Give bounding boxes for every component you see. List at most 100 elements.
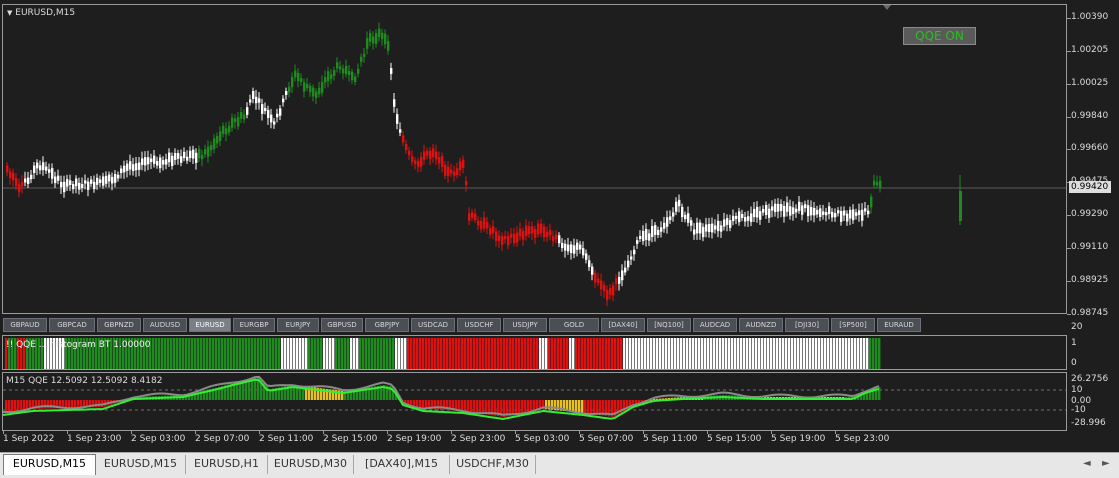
histogram-bar [707,338,710,369]
symbol-button-gbpnzd[interactable]: GBPNZD [97,318,141,332]
histogram-bar [779,338,782,369]
symbol-button-gbpaud[interactable]: GBPAUD [3,318,47,332]
symbol-button-dax40[interactable]: [DAX40] [601,318,645,332]
qqe-pane[interactable]: M15 QQE 12.5092 12.5092 8.4182 [2,372,1067,431]
candle-body [552,236,555,242]
candle-body [471,212,474,218]
histogram-bar [425,338,428,369]
candle-body [603,284,606,292]
histogram-bar [833,338,836,369]
histogram-bar [461,338,464,369]
symbol-button-usdchf[interactable]: USDCHF [457,318,501,332]
symbol-button-audnzd[interactable]: AUDNZD [739,318,783,332]
histogram-bar [842,338,845,369]
chart-tab[interactable]: EURUSD,M15 [3,454,96,475]
histogram-bar [695,338,698,369]
candle-body [630,256,633,260]
histogram-bar [254,338,257,369]
chart-window[interactable]: ▼ EURUSD,M15 QQE ON 1.00390 1.00205 1.0002… [0,0,1119,452]
histogram-bar [275,338,278,369]
histogram-bar [812,338,815,369]
symbol-button-euraud[interactable]: EURAUD [877,318,921,332]
candle-body [399,129,402,133]
histogram-bar [242,338,245,369]
symbol-button-audusd[interactable]: AUDUSD [143,318,187,332]
symbol-button-eurgbp[interactable]: EURGBP [233,318,275,332]
symbol-button-usdcad[interactable]: USDCAD [411,318,455,332]
histogram-bar [551,338,554,369]
candle-body [726,218,729,225]
histogram-pane[interactable]: !! QQE ... histogram BT 1.00000 [2,335,1067,370]
histogram-bar [287,338,290,369]
candle-body [363,53,366,57]
histogram-bar [404,338,407,369]
candle-body [63,181,66,193]
scroll-left-icon[interactable]: ◄ [1083,458,1091,469]
price-axis-label: 0.98745 [1071,308,1109,318]
symbol-button-gold[interactable]: GOLD [549,318,599,332]
chart-tab[interactable]: EURUSD,M15 [96,455,186,474]
histogram-bar [431,338,434,369]
candle-body [57,175,60,181]
candle-body [105,175,108,184]
qqe-axis-bottom: -28.996 [1071,418,1106,428]
qqe-bar [458,400,461,411]
candle-body [261,104,264,114]
candle-body [798,201,801,211]
histogram-bar [485,338,488,369]
time-axis-label: 2 Sep 15:00 [323,434,378,444]
candle-body [615,278,618,285]
candle-body [789,206,792,216]
symbol-button-sp500[interactable]: [SP500] [831,318,875,332]
histogram-bar [209,338,212,369]
histogram-bar [668,338,671,369]
histogram-bar [800,338,803,369]
candle-body [702,226,705,238]
candle-body [879,180,882,189]
histogram-bar [458,338,461,369]
symbol-button-gbpusd[interactable]: GBPUSD [321,318,363,332]
qqe-bar [77,400,80,408]
candle-body [204,149,207,155]
histogram-bar [422,338,425,369]
chart-tab[interactable]: USDCHF,M30 [450,455,536,474]
symbol-button-nq100[interactable]: [NQ100] [647,318,691,332]
symbol-button-gbpjpy[interactable]: GBPJPY [365,318,409,332]
symbol-button-eurjpy[interactable]: EURJPY [277,318,319,332]
candle-body [51,168,54,179]
candle-body [453,171,456,176]
symbol-button-gbpcad[interactable]: GBPCAD [49,318,95,332]
candle-body [729,220,732,228]
histogram-bar [626,338,629,369]
symbol-button-audcad[interactable]: AUDCAD [693,318,737,332]
symbol-button-eurusd[interactable]: EURUSD [189,318,231,332]
chart-tab[interactable]: EURUSD,M30 [268,455,354,474]
symbol-button-dji30[interactable]: [DJI30] [785,318,829,332]
histogram-bar [173,338,176,369]
candle-body [423,151,426,160]
candle-body [705,224,708,232]
price-pane[interactable]: ▼ EURUSD,M15 [2,4,1067,314]
symbol-button-usdjpy[interactable]: USDJPY [503,318,547,332]
scroll-right-icon[interactable]: ► [1102,458,1110,469]
candle-body [234,118,237,122]
histogram-bar [773,338,776,369]
chart-tab[interactable]: [DAX40],M15 [354,455,450,474]
histogram-bar [581,338,584,369]
histogram-bar [476,338,479,369]
histogram-bar [611,338,614,369]
candle-body [576,242,579,250]
histogram-bar [368,338,371,369]
candle-body [813,207,816,216]
histogram-bar [512,338,515,369]
qqe-toggle-button[interactable]: QQE ON [903,27,976,45]
histogram-bar [554,338,557,369]
histogram-bar [785,338,788,369]
chart-tab[interactable]: EURUSD,H1 [186,455,268,474]
candle-body [438,157,441,164]
candle-body [414,160,417,165]
time-axis-label: 2 Sep 07:00 [195,434,250,444]
qqe-bar [575,400,578,413]
chart-menu-triangle-icon[interactable]: ▼ [7,9,12,17]
histogram-bar [179,338,182,369]
